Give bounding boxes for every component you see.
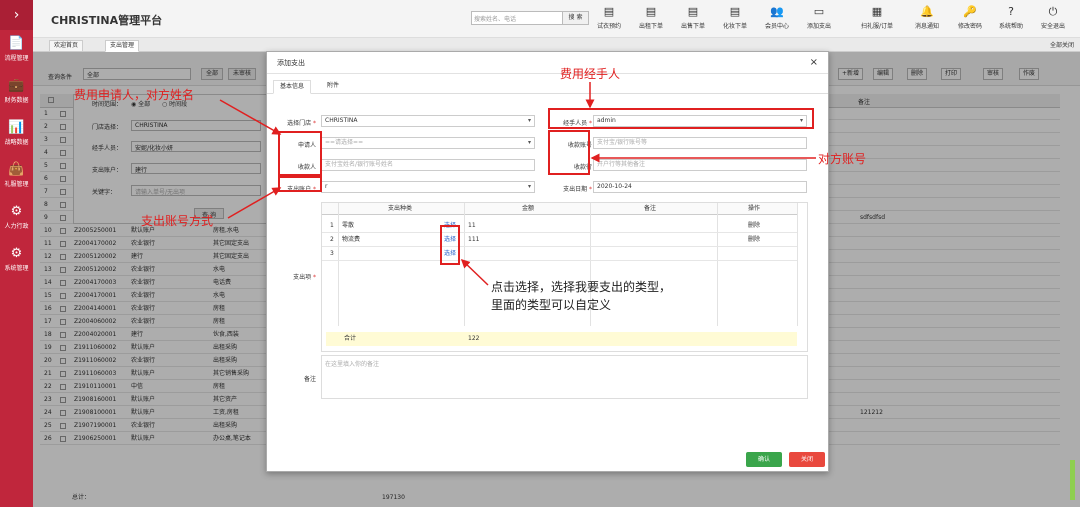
briefcase-icon: 💼 (8, 78, 25, 93)
search-input[interactable]: 搜索姓名、电话 (474, 14, 516, 23)
remark-label: 备注 (303, 376, 316, 383)
items-table: 支出种类 金额 备注 操作 1 零散 选择 11 删除 2 物流费 选择 111… (321, 202, 808, 352)
store-select[interactable]: CHRISTINA ▾ (321, 115, 535, 127)
dialog-header: 添加支出 × (267, 52, 828, 74)
tool-member-button[interactable]: 👥 会员中心 (757, 5, 797, 30)
tab-welcome[interactable]: 欢迎首页 (49, 40, 84, 52)
chevron-down-icon: ▾ (527, 139, 531, 146)
item-row: 1 零散 选择 11 删除 (322, 219, 797, 233)
sidebar-item-strategy[interactable]: 📊 战略数据 (0, 114, 33, 156)
document-icon: ▤ (729, 5, 741, 18)
highlight-applicant (278, 131, 322, 176)
sidebar-item-dress[interactable]: 👜 礼服管理 (0, 156, 33, 198)
tool-logout-button[interactable]: ⏻ 安全退出 (1033, 5, 1073, 30)
sidebar-item-label: 礼服管理 (4, 181, 29, 188)
sidebar-toggle-icon[interactable]: › (0, 0, 33, 30)
highlight-pick (440, 225, 460, 265)
pay-account-select[interactable]: r ▾ (321, 181, 535, 193)
brand-title: CHRISTINA管理平台 (51, 14, 163, 27)
bag-icon: 👜 (8, 162, 25, 177)
sidebar-item-label: 人力行政 (4, 223, 29, 230)
sidebar-item-label: 流程管理 (4, 55, 29, 62)
tool-makeup-button[interactable]: ▤ 化妆下单 (715, 5, 755, 30)
annotation-account-no: 对方账号 (818, 152, 867, 166)
close-button[interactable]: 关闭 (789, 452, 825, 467)
document-icon: ▤ (603, 5, 615, 18)
remark-textarea[interactable]: 在这里填入你的备注 (321, 355, 808, 399)
tool-sell-button[interactable]: ▤ 出售下单 (673, 5, 713, 30)
dialog-tabs: 基本信息 附件 (267, 74, 828, 94)
items-sum-row: 合计 122 (326, 332, 797, 346)
close-icon[interactable]: × (810, 52, 818, 74)
annotation-pay-method: 支出账号方式 (141, 214, 214, 228)
items-header: 支出种类 金额 备注 操作 (322, 203, 797, 215)
page-tabs: 欢迎首页 支出管理 全部关闭 (33, 38, 1080, 52)
key-icon: 🔑 (963, 5, 977, 18)
sidebar-item-label: 财务数据 (4, 97, 29, 104)
tool-add-expense-button[interactable]: ▭ 添加支出 (799, 5, 839, 30)
items-label: 支出项 * (293, 274, 316, 281)
sidebar-item-label: 战略数据 (4, 139, 29, 146)
dialog-title: 添加支出 (277, 59, 305, 67)
tab-basic-info[interactable]: 基本信息 (273, 80, 312, 94)
top-bar: CHRISTINA管理平台 搜索姓名、电话 搜 索 ▤ 试衣预约 ▤ 出租下单 ▤ 出… (33, 0, 1080, 38)
payee-input[interactable]: 支付宝姓名/银行账号姓名 (321, 159, 535, 171)
highlight-handler (548, 108, 814, 129)
annotation-pick-line1: 点击选择，选择我要支出的类型， (491, 280, 672, 294)
tool-fitting-button[interactable]: ▤ 试衣预约 (589, 5, 629, 30)
bank-input[interactable]: 开户行等其他备注 (593, 159, 807, 171)
close-all-tabs-button[interactable]: 全部关闭 (1050, 40, 1074, 49)
account-no-input[interactable]: 支付宝/银行账号等 (593, 137, 807, 149)
tool-rent-button[interactable]: ▤ 出租下单 (631, 5, 671, 30)
delete-item-button[interactable]: 删除 (748, 233, 760, 246)
highlight-account (548, 130, 590, 175)
item-row: 3 选择 (322, 247, 797, 261)
item-row: 2 物流费 选择 111 删除 (322, 233, 797, 247)
delete-item-button[interactable]: 删除 (748, 219, 760, 232)
qrcode-icon: ▦ (871, 5, 883, 18)
users-icon: 👥 (770, 5, 784, 18)
date-label: 支出日期 * (563, 186, 592, 193)
document-icon: 📄 (8, 36, 25, 51)
help-icon: ? (1008, 5, 1014, 18)
sidebar-item-process[interactable]: 📄 流程管理 (0, 30, 33, 72)
tab-expense[interactable]: 支出管理 (105, 40, 140, 52)
document-icon: ▤ (645, 5, 657, 18)
sidebar-item-hr[interactable]: ⚙ 人力行政 (0, 198, 33, 240)
tool-scan-button[interactable]: ▦ 扫礼服/订单 (857, 5, 897, 30)
sidebar-item-label: 系统管理 (4, 265, 29, 272)
search-button[interactable]: 搜 索 (562, 12, 588, 24)
confirm-button[interactable]: 确认 (746, 452, 782, 467)
date-input[interactable]: 2020-10-24 (593, 181, 807, 193)
search-box[interactable]: 搜索姓名、电话 搜 索 (471, 11, 589, 25)
chart-icon: 📊 (8, 120, 25, 135)
chevron-down-icon: ▾ (527, 183, 531, 190)
annotation-applicant: 费用申请人，对方姓名 (74, 88, 195, 102)
gear-icon: ⚙ (10, 246, 23, 261)
tool-password-button[interactable]: 🔑 修改密码 (950, 5, 990, 30)
applicant-select[interactable]: ==请选择== ▾ (321, 137, 535, 149)
power-icon: ⏻ (1048, 5, 1058, 18)
bell-icon: 🔔 (920, 5, 934, 18)
network-icon: ⚙ (10, 204, 23, 219)
annotation-handler: 费用经手人 (560, 67, 621, 81)
document-icon: ▤ (687, 5, 699, 18)
scrollbar[interactable] (1070, 460, 1075, 500)
card-icon: ▭ (813, 5, 825, 18)
annotation-pick-line2: 里面的类型可以自定义 (491, 298, 612, 312)
sidebar-item-finance[interactable]: 💼 财务数据 (0, 72, 33, 114)
sidebar: › 📄 流程管理 💼 财务数据 📊 战略数据 👜 礼服管理 ⚙ 人力行政 ⚙ 系统管理 (0, 0, 33, 507)
tab-attachment[interactable]: 附件 (321, 80, 345, 94)
highlight-pay-account (278, 176, 322, 192)
sidebar-item-system[interactable]: ⚙ 系统管理 (0, 240, 33, 282)
store-label: 选择门店 * (287, 120, 316, 127)
tool-help-button[interactable]: ? 系统帮助 (991, 5, 1031, 30)
tool-notify-button[interactable]: 🔔 消息通知 (907, 5, 947, 30)
chevron-down-icon: ▾ (527, 117, 531, 124)
